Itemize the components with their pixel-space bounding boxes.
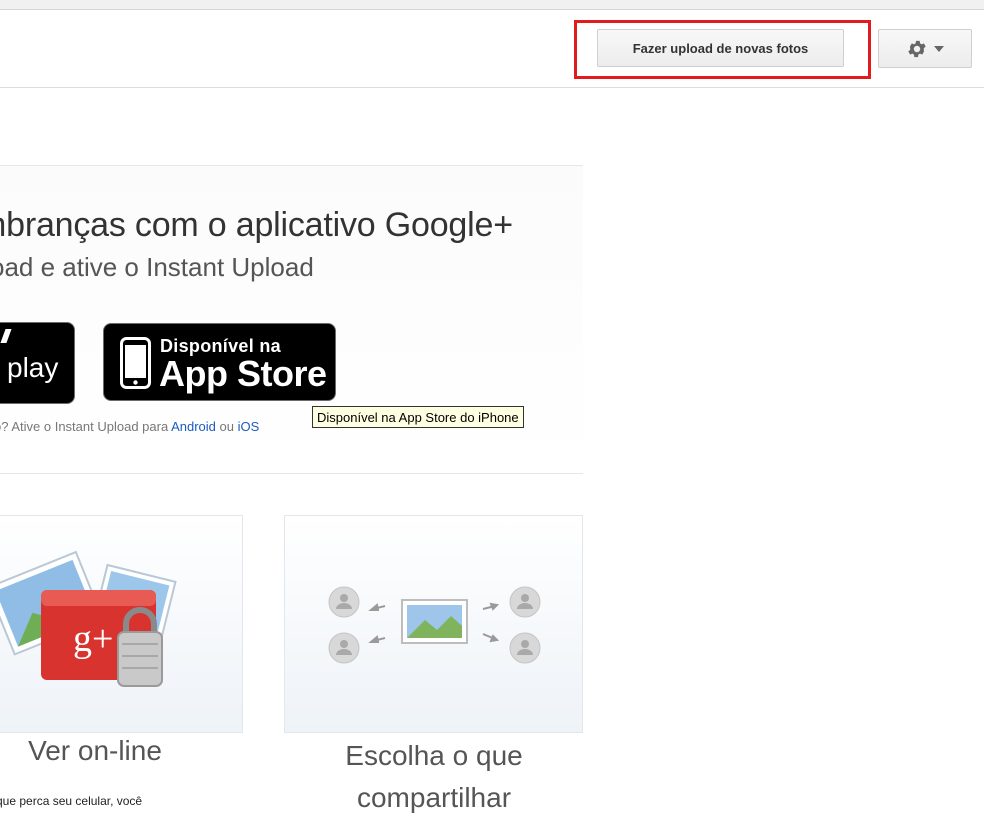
feature-card-view-online: g+ [0,515,243,733]
ios-link[interactable]: iOS [238,419,260,434]
app-store-badge[interactable]: Disponível na App Store [103,323,336,401]
app-store-big-text: App Store [159,353,327,394]
feature-description-view-online: que perca seu celular, você [0,794,143,808]
hint-prefix: o? Ative o Instant Upload para [0,419,172,434]
promo-subtitle: oad e ative o Instant Upload [0,252,314,282]
google-play-label: play [7,352,59,383]
promo-title: mbranças com o aplicativo Google+ [0,206,513,244]
hint-separator: ou [215,419,238,434]
instant-upload-hint: o? Ative o Instant Upload para Android o… [0,419,259,434]
svg-text:g+: g+ [73,618,113,660]
iphone-icon [120,337,151,389]
feature-card-choose-sharing [284,515,583,733]
android-link[interactable]: Android [171,419,216,434]
settings-button[interactable] [878,29,972,68]
sharing-diagram-icon [328,586,541,664]
feature-title-choose-sharing: Escolha o que compartilhar [345,740,523,813]
upload-new-photos-button[interactable]: Fazer upload de novas fotos [597,29,844,67]
google-plus-folder-icon: g+ [0,550,177,687]
google-play-icon [0,329,12,343]
app-store-tooltip: Disponível na App Store do iPhone [312,406,524,428]
feature-title-view-online: Ver on-line [28,735,162,766]
gear-icon [908,40,926,57]
chevron-down-icon [934,45,944,52]
google-play-badge[interactable]: play [0,322,75,404]
top-strip [0,0,984,10]
